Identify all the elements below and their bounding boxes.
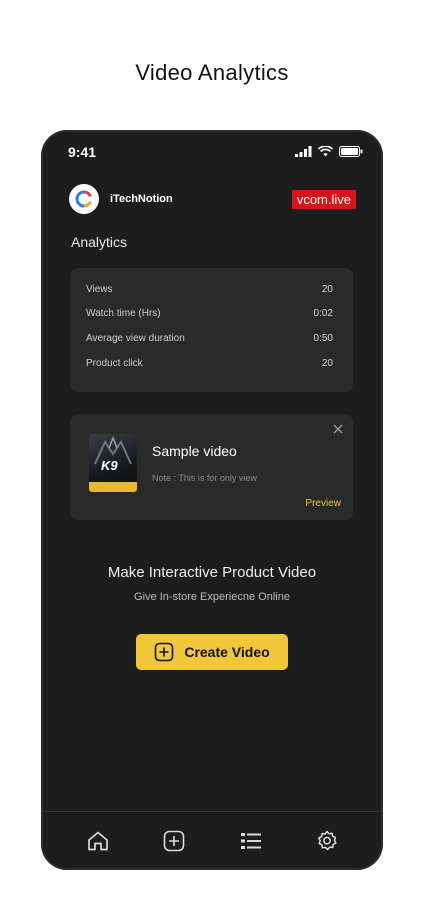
tab-add[interactable] [161,828,187,854]
tab-list[interactable] [238,828,264,854]
bottom-tab-bar [41,812,383,870]
stat-value: 20 [321,358,333,369]
phone-screen: 9:41 iTechNotion vcom.live Analytics Vie… [41,130,383,870]
brand-row: iTechNotion vcom.live [69,184,356,216]
stat-row-average-view-duration: Average view duration 0:50 [86,333,333,349]
stat-label: Views [86,284,113,295]
page-heading: Video Analytics [135,60,289,85]
tab-home[interactable] [85,828,111,854]
preview-link[interactable]: Preview [305,498,341,509]
stat-label: Product click [86,358,143,369]
cta-subtitle: Give In-store Experiecne Online [134,591,290,603]
create-video-label: Create Video [184,644,270,660]
battery-icon [339,146,363,157]
stat-row-views: Views 20 [86,284,333,300]
signal-icon [295,146,312,157]
thumbnail-strip [89,482,137,492]
video-title: Sample video [152,443,237,459]
status-icons [295,146,363,157]
analytics-card: Views 20 Watch time (Hrs) 0:02 Average v… [70,268,353,392]
sample-video-card[interactable]: K9 Sample video Note : This is for only … [70,414,353,520]
close-icon[interactable] [333,422,343,436]
stat-value: 20 [321,284,333,295]
stat-value: 0:02 [313,308,333,319]
video-note: Note : This is for only view [152,473,257,483]
video-thumbnail[interactable]: K9 [89,434,137,492]
stat-row-product-click: Product click 20 [86,358,333,374]
thumbnail-text: K9 [101,458,118,473]
tab-settings[interactable] [314,828,340,854]
add-square-icon [163,830,185,852]
add-square-icon [155,642,174,662]
settings-icon [318,830,337,851]
status-bar: 9:41 [68,144,363,162]
stat-value: 0:50 [313,333,333,344]
cta-title: Make Interactive Product Video [107,564,317,581]
status-time: 9:41 [68,144,97,160]
brand-logo [69,184,99,214]
analytics-title: Analytics [71,234,128,250]
create-video-button[interactable]: Create Video [136,634,288,670]
vcom-badge[interactable]: vcom.live [291,190,356,209]
wifi-icon [318,146,333,157]
brand-logo-icon [75,190,92,208]
stat-row-watch-time: Watch time (Hrs) 0:02 [86,308,333,324]
list-icon [241,833,261,849]
stat-label: Average view duration [86,333,185,344]
stat-label: Watch time (Hrs) [86,308,161,319]
home-icon [88,831,108,851]
brand-name: iTechNotion [110,193,173,205]
